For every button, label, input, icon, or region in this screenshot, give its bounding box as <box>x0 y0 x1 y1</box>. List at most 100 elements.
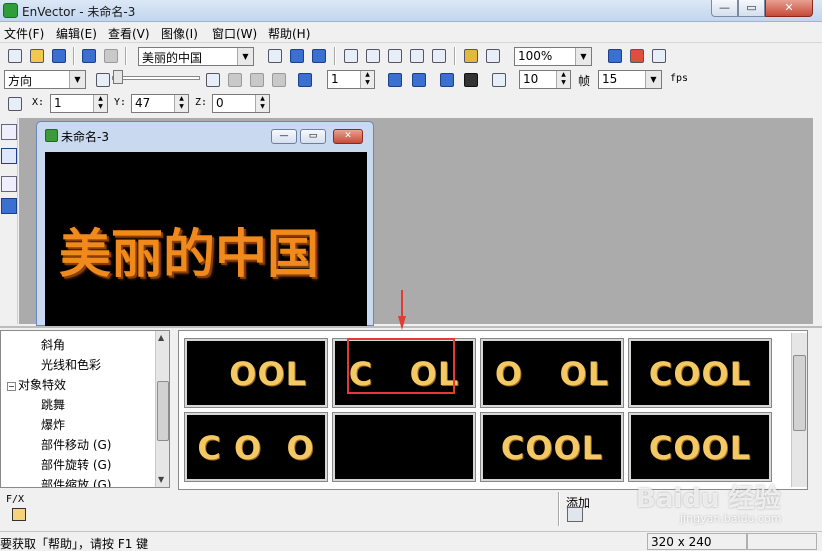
shrink-icon[interactable] <box>270 71 288 89</box>
undo-icon[interactable] <box>80 47 98 65</box>
last-frame-icon[interactable] <box>204 71 222 89</box>
tree-item-explode[interactable]: 爆炸 <box>41 416 65 433</box>
view-back-icon[interactable] <box>430 47 448 65</box>
chevron-down-icon: ▼ <box>575 48 591 65</box>
document-minimize-button[interactable]: — <box>271 129 297 144</box>
effect-thumbnail[interactable]: COOL <box>480 412 624 482</box>
context-help-icon[interactable] <box>650 47 668 65</box>
document-window: 未命名-3 — ▭ ✕ 美丽的中国 <box>36 121 374 326</box>
fps-combo[interactable]: 15 ▼ <box>598 70 662 89</box>
preview-canvas[interactable]: 美丽的中国 <box>45 152 367 326</box>
view-side-icon[interactable] <box>386 47 404 65</box>
tree-item-dance[interactable]: 跳舞 <box>41 396 65 413</box>
maximize-button[interactable]: ▭ <box>738 0 765 17</box>
frame-slider-thumb[interactable] <box>113 70 123 84</box>
tree-scrollbar[interactable]: ▲ ▼ <box>155 331 169 487</box>
redo-icon[interactable] <box>102 47 120 65</box>
frame-slider-track[interactable] <box>112 76 200 80</box>
repeat-icon[interactable] <box>410 71 428 89</box>
stop-icon[interactable] <box>462 71 480 89</box>
spinner-arrows-icon: ▲ ▼ <box>174 95 188 112</box>
tree-item-part-scale[interactable]: 部件缩放 (G) <box>41 476 111 487</box>
frame-spinner-value: 1 <box>331 72 339 86</box>
watermark-url: jingyan.baidu.com <box>680 512 782 525</box>
frame-spinner[interactable]: 1 ▲ ▼ <box>327 70 375 89</box>
canvas-text: 美丽的中国 <box>59 224 320 285</box>
tree-item-label: 对象特效 <box>18 378 67 392</box>
save-icon[interactable] <box>50 47 68 65</box>
close-button[interactable]: ✕ <box>765 0 813 17</box>
fx-icon[interactable] <box>12 508 26 521</box>
effect-thumbnail[interactable]: OOL <box>184 338 328 408</box>
add-effect-icon[interactable] <box>567 507 583 522</box>
gallery-scrollbar[interactable] <box>791 333 807 487</box>
play-icon[interactable] <box>438 71 456 89</box>
hand-tool-icon[interactable] <box>266 47 284 65</box>
chart-icon[interactable] <box>484 47 502 65</box>
menu-edit[interactable]: 编辑(E) <box>56 25 97 42</box>
render-icon[interactable] <box>606 47 624 65</box>
z-spinner[interactable]: 0 ▲ ▼ <box>212 94 270 113</box>
scroll-down-icon[interactable]: ▼ <box>158 475 164 484</box>
tree-item-object-effects[interactable]: − 对象特效 <box>7 376 66 393</box>
effect-thumbnail[interactable]: COOL <box>628 338 772 408</box>
new-file-icon[interactable] <box>6 47 24 65</box>
minimize-button[interactable]: — <box>711 0 738 17</box>
view-front-icon[interactable] <box>342 47 360 65</box>
effect-thumbnail[interactable] <box>332 412 476 482</box>
text-tool-icon[interactable] <box>1 124 17 140</box>
direction-combo[interactable]: 方向 ▼ <box>4 70 86 89</box>
spinner-arrows-icon: ▲ ▼ <box>255 95 269 112</box>
zoom-combo[interactable]: 100% ▼ <box>514 47 592 66</box>
open-folder-icon[interactable] <box>28 47 46 65</box>
document-maximize-button[interactable]: ▭ <box>300 129 326 144</box>
tree-item-part-rotate[interactable]: 部件旋转 (G) <box>41 456 111 473</box>
menu-file[interactable]: 文件(F) <box>4 25 44 42</box>
shape-tool-icon[interactable] <box>1 176 17 192</box>
gallery-icon[interactable] <box>628 47 646 65</box>
x-spinner[interactable]: 1 ▲ ▼ <box>50 94 108 113</box>
speed-icon[interactable] <box>490 71 508 89</box>
first-frame-icon[interactable] <box>94 71 112 89</box>
add-point-icon[interactable] <box>226 71 244 89</box>
menu-image[interactable]: 图像(I) <box>161 25 198 42</box>
menu-view[interactable]: 查看(V) <box>108 25 150 42</box>
document-close-button[interactable]: ✕ <box>333 129 363 144</box>
globe-icon[interactable] <box>462 47 480 65</box>
object-tool-icon[interactable] <box>1 198 17 214</box>
hand-icon[interactable] <box>6 95 24 113</box>
status-dimensions: 320 x 240 <box>647 533 747 550</box>
effect-thumbnail[interactable]: O OL <box>480 338 624 408</box>
effect-thumbnail[interactable]: COOL <box>628 412 772 482</box>
status-help-text: 要获取「帮助」，请按 F1 键 <box>0 537 149 551</box>
y-spinner[interactable]: 47 ▲ ▼ <box>131 94 189 113</box>
divider <box>558 492 560 526</box>
tree-item-bevel[interactable]: 斜角 <box>41 336 65 353</box>
rotate-hand-icon[interactable] <box>288 47 306 65</box>
remove-point-icon[interactable] <box>248 71 266 89</box>
tree-scrollbar-thumb[interactable] <box>157 381 169 441</box>
loop-icon[interactable] <box>296 71 314 89</box>
text-combo[interactable]: 美丽的中国 ▼ <box>138 47 254 66</box>
z-spinner-value: 0 <box>216 96 224 110</box>
text-edit-icon[interactable] <box>1 148 17 164</box>
value-spinner[interactable]: 10 ▲ ▼ <box>519 70 571 89</box>
select-tool-icon[interactable] <box>310 47 328 65</box>
y-spinner-value: 47 <box>135 96 151 110</box>
view-top-icon[interactable] <box>364 47 382 65</box>
menu-window[interactable]: 窗口(W) <box>212 25 257 42</box>
bounce-icon[interactable] <box>386 71 404 89</box>
collapse-icon[interactable]: − <box>7 382 16 391</box>
thumbnail-text: C O O <box>197 429 315 467</box>
tree-item-light-color[interactable]: 光线和色彩 <box>41 356 101 373</box>
scroll-up-icon[interactable]: ▲ <box>158 333 164 342</box>
menu-help[interactable]: 帮助(H) <box>268 25 310 42</box>
gallery-scrollbar-thumb[interactable] <box>793 355 806 431</box>
view-bottom-icon[interactable] <box>408 47 426 65</box>
document-title: 未命名-3 <box>61 130 109 144</box>
title-bar: EnVector - 未命名-3 — ▭ ✕ <box>0 0 822 22</box>
effect-thumbnail[interactable]: C O O <box>184 412 328 482</box>
document-icon <box>45 129 58 142</box>
tree-item-part-move[interactable]: 部件移动 (G) <box>41 436 111 453</box>
spinner-arrows-icon: ▲ ▼ <box>93 95 107 112</box>
